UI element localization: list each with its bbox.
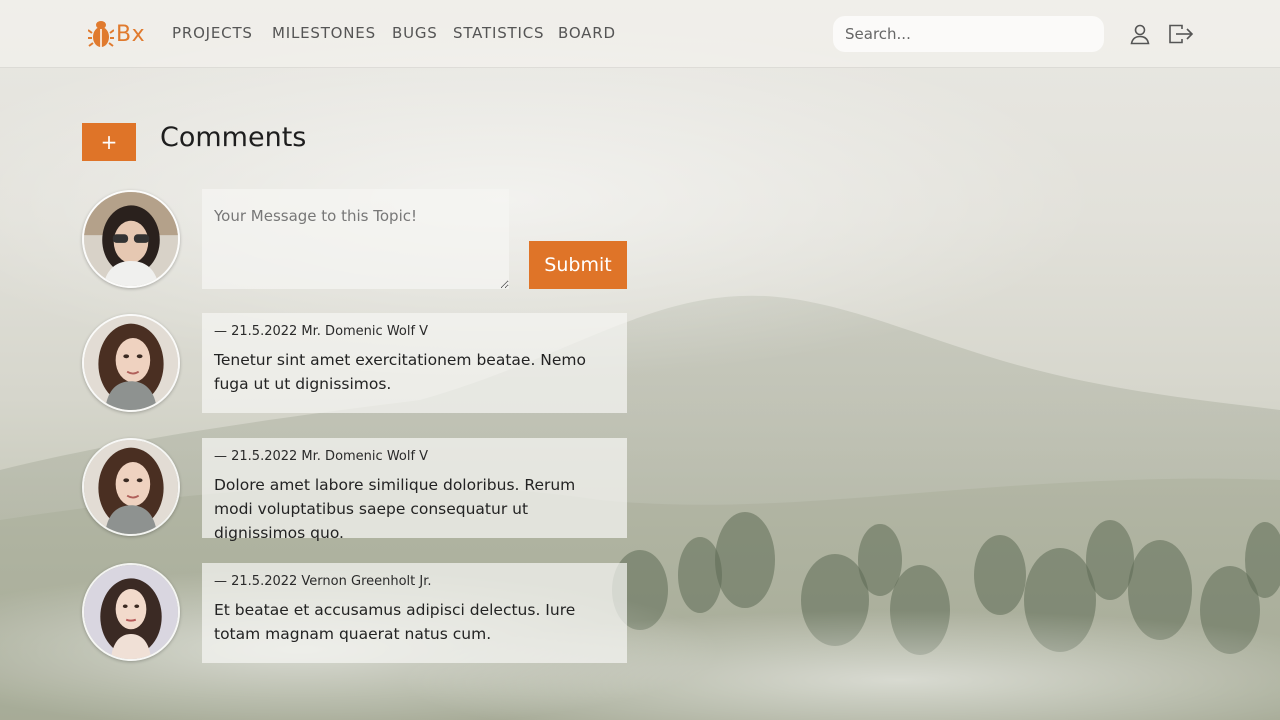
page-title: Comments: [160, 122, 307, 153]
nav-link-bugs[interactable]: BUGS: [392, 24, 438, 42]
nav-link-statistics[interactable]: STATISTICS: [453, 24, 544, 42]
comment-message-input[interactable]: [202, 189, 509, 289]
comment-text: Dolore amet labore similique doloribus. …: [214, 476, 576, 542]
comment-text: Tenetur sint amet exercitationem beatae.…: [214, 351, 587, 393]
user-icon: [1130, 24, 1150, 45]
comment-card: — 21.5.2022 Vernon Greenholt Jr. Et beat…: [202, 563, 627, 663]
logo-text: Bx: [116, 21, 146, 47]
comment-author-avatar: [82, 563, 180, 661]
top-navbar: Bx PROJECTS MILESTONES BUGS STATISTICS B…: [0, 0, 1280, 68]
nav-link-milestones[interactable]: MILESTONES: [272, 24, 376, 42]
comment-card: — 21.5.2022 Mr. Domenic Wolf V Dolore am…: [202, 438, 627, 542]
submit-button[interactable]: Submit: [529, 241, 627, 289]
comment-author-avatar: [82, 314, 180, 412]
comment-card: — 21.5.2022 Mr. Domenic Wolf V Tenetur s…: [202, 313, 627, 413]
comment-author-avatar: [82, 438, 180, 536]
comment-text: Et beatae et accusamus adipisci delectus…: [214, 601, 576, 643]
user-button[interactable]: [1126, 20, 1154, 48]
nav-link-projects[interactable]: PROJECTS: [172, 24, 253, 42]
bug-icon: [88, 21, 114, 47]
add-comment-button[interactable]: +: [82, 123, 136, 161]
search-input[interactable]: [833, 16, 1104, 52]
logout-button[interactable]: [1167, 20, 1195, 48]
misty-forest-background: [0, 20, 1280, 720]
logout-icon: [1169, 24, 1194, 44]
nav-link-board[interactable]: BOARD: [558, 24, 616, 42]
app-logo[interactable]: Bx: [88, 18, 145, 50]
comment-meta: — 21.5.2022 Mr. Domenic Wolf V: [214, 324, 429, 339]
comment-meta: — 21.5.2022 Mr. Domenic Wolf V: [214, 449, 429, 464]
current-user-avatar: [82, 190, 180, 288]
comment-meta: — 21.5.2022 Vernon Greenholt Jr.: [214, 574, 432, 589]
